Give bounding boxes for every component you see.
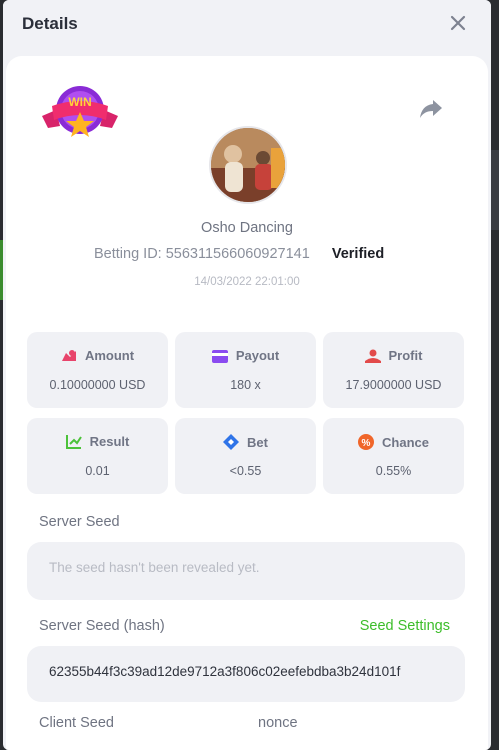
amount-icon	[61, 350, 76, 361]
stat-label: Result	[89, 434, 130, 449]
stat-value: 0.55%	[375, 464, 412, 478]
game-name: Osho Dancing	[201, 220, 293, 236]
stat-label: Amount	[84, 348, 135, 363]
payout-icon	[211, 350, 228, 363]
nonce-label: nonce	[258, 715, 298, 731]
stat-label: Chance	[382, 435, 429, 450]
client-seed-label: Client Seed	[39, 715, 114, 731]
server-seed-label: Server Seed	[39, 514, 120, 530]
bet-icon	[223, 434, 240, 450]
stat-label: Bet	[247, 435, 268, 450]
betting-id-row: Betting ID: 556311566060927141 Verified	[94, 246, 384, 262]
stat-result: Result 0.01	[27, 418, 168, 494]
stat-bet: Bet <0.55	[175, 418, 316, 494]
chance-icon: %	[358, 434, 375, 450]
profit-icon	[364, 349, 381, 363]
stat-profit: Profit 17.9000000 USD	[323, 332, 464, 408]
seed-settings-link[interactable]: Seed Settings	[360, 618, 450, 634]
stat-label: Payout	[235, 348, 280, 363]
server-seed-field: The seed hasn't been revealed yet.	[27, 542, 465, 600]
win-badge-icon: WIN	[42, 86, 118, 137]
svg-text:WIN: WIN	[68, 95, 91, 109]
server-seed-hash-value: 62355b44f3c39ad12de9712a3f806c02eefebdba…	[49, 664, 401, 679]
bet-timestamp: 14/03/2022 22:01:00	[194, 276, 300, 288]
stat-value: 0.10000000 USD	[49, 378, 146, 392]
betting-id: Betting ID: 556311566060927141	[94, 246, 310, 262]
bet-details-card: WIN Osho Dancing Betting ID: 55631156606…	[6, 56, 488, 750]
server-seed-hash-field[interactable]: 62355b44f3c39ad12de9712a3f806c02eefebdba…	[27, 646, 465, 702]
close-button[interactable]	[447, 12, 469, 34]
stat-amount: Amount 0.10000000 USD	[27, 332, 168, 408]
stat-payout: Payout 180 x	[175, 332, 316, 408]
stat-chance: % Chance 0.55%	[323, 418, 464, 494]
server-seed-placeholder: The seed hasn't been revealed yet.	[49, 560, 260, 575]
stat-value: <0.55	[229, 464, 262, 478]
details-modal: Details WIN Osho Dancing Betting ID: 556…	[3, 0, 491, 750]
modal-header: Details	[3, 0, 491, 52]
svg-text:%: %	[362, 438, 371, 449]
stat-label: Profit	[388, 348, 423, 363]
share-button[interactable]	[418, 98, 444, 120]
stat-value: 0.01	[85, 464, 110, 478]
game-avatar	[209, 126, 287, 204]
server-seed-hash-label: Server Seed (hash)	[39, 618, 165, 634]
close-icon	[450, 15, 466, 31]
verified-label[interactable]: Verified	[332, 246, 384, 262]
modal-title: Details	[22, 14, 78, 33]
stat-value: 180 x	[230, 378, 261, 392]
stat-value: 17.9000000 USD	[345, 378, 442, 392]
result-icon	[65, 435, 82, 449]
share-arrow-icon	[420, 100, 442, 118]
